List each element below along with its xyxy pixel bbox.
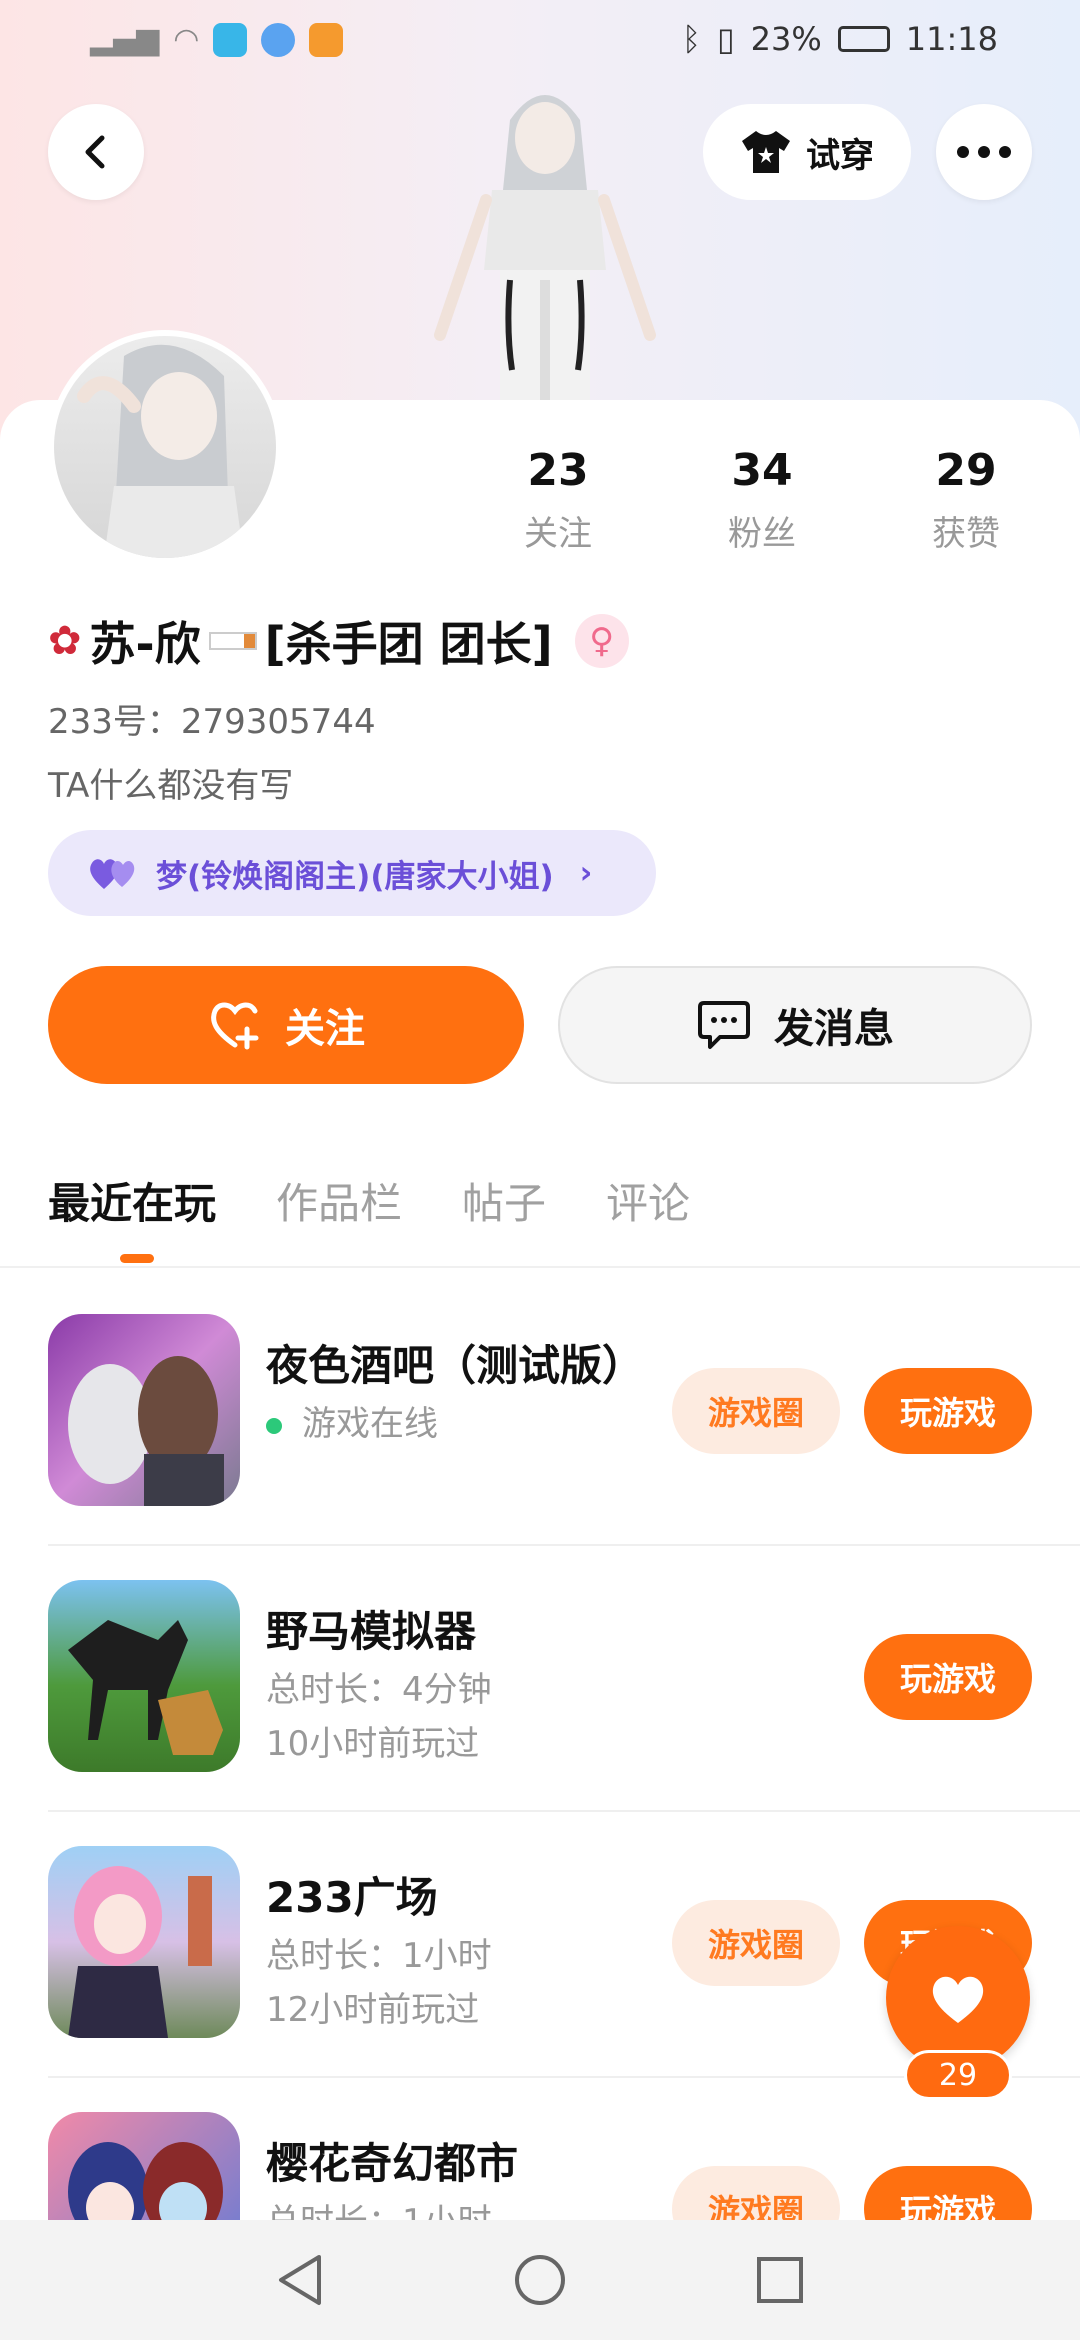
stat-label: 获赞 <box>932 514 1000 554</box>
nickname-tag: [杀手团 团长] <box>264 617 553 671</box>
play-game-button[interactable]: 玩游戏 <box>864 1368 1032 1454</box>
online-dot-icon <box>266 1417 282 1434</box>
game-icon <box>48 1580 240 1772</box>
play-duration: 总时长：1小时 <box>266 1936 492 1976</box>
message-button[interactable]: 发消息 <box>558 966 1032 1084</box>
stat-label: 关注 <box>524 514 592 554</box>
game-name: 樱花奇幻都市 <box>266 2139 519 2188</box>
tab-divider <box>0 1266 1080 1268</box>
active-tab-indicator <box>120 1254 154 1263</box>
clock: 11:18 <box>905 20 998 58</box>
video-app-icon <box>309 22 344 57</box>
try-on-label: 试穿 <box>806 135 874 176</box>
status-bar: ▂▄▆ ◠ ᛒ ▯ 23% 11:18 <box>0 0 1080 84</box>
divider <box>48 1810 1080 1812</box>
play-game-button[interactable]: 玩游戏 <box>864 2166 1032 2220</box>
double-heart-icon <box>90 859 135 889</box>
nav-recents-button[interactable] <box>750 2250 810 2310</box>
avatar-3d-figure[interactable] <box>430 80 660 405</box>
nickname-row: ✿ 苏-欣 [杀手团 团长] ♀ <box>48 608 629 674</box>
game-row[interactable]: 野马模拟器 总时长：4分钟 10小时前玩过 玩游戏 <box>0 1580 1080 1844</box>
square-recents-icon <box>757 2257 803 2303</box>
last-played: 12小时前玩过 <box>266 1990 480 2030</box>
game-name: 野马模拟器 <box>266 1607 477 1656</box>
tab-works[interactable]: 作品栏 <box>276 1170 402 1231</box>
like-button[interactable] <box>886 1926 1030 2070</box>
content-tabs: 最近在玩 作品栏 帖子 评论 <box>48 1170 690 1231</box>
try-on-button[interactable]: 试穿 <box>703 104 911 200</box>
vibrate-icon: ▯ <box>717 20 735 58</box>
game-circle-button[interactable]: 游戏圈 <box>672 1368 840 1454</box>
more-dots-icon <box>957 146 1011 158</box>
game-circle-button[interactable]: 游戏圈 <box>672 1900 840 1986</box>
battery-percent: 23% <box>750 20 822 58</box>
game-name: 233广场 <box>266 1873 438 1922</box>
battery-icon <box>837 26 890 52</box>
chat-bubble-icon <box>698 1001 750 1049</box>
tab-comments[interactable]: 评论 <box>606 1170 690 1231</box>
chevron-right-icon: › <box>579 855 593 891</box>
play-duration: 总时长：4分钟 <box>266 1670 492 1710</box>
chevron-left-icon <box>85 135 105 169</box>
female-gender-icon: ♀ <box>574 614 629 668</box>
circle-home-icon <box>515 2255 565 2305</box>
game-row[interactable]: 夜色酒吧（测试版） 游戏在线 游戏圈 玩游戏 <box>0 1314 1080 1578</box>
game-name: 夜色酒吧（测试版） <box>266 1341 645 1390</box>
shield-app-icon <box>213 22 248 57</box>
bluetooth-icon: ᛒ <box>681 20 702 58</box>
user-id: 233号：279305744 <box>48 702 376 742</box>
cigarette-icon <box>208 632 257 650</box>
system-nav-bar <box>0 2220 1080 2340</box>
last-played: 10小时前玩过 <box>266 1724 480 1764</box>
stat-label: 粉丝 <box>728 514 796 554</box>
tshirt-icon <box>742 131 790 173</box>
game-circle-button[interactable]: 游戏圈 <box>672 2166 840 2220</box>
play-game-button[interactable]: 玩游戏 <box>864 1634 1032 1720</box>
more-button[interactable] <box>936 104 1032 200</box>
bio: TA什么都没有写 <box>48 766 294 806</box>
avatar-image <box>54 336 276 558</box>
game-icon <box>48 1846 240 2038</box>
game-row[interactable]: 樱花奇幻都市 总时长：1小时 游戏圈 玩游戏 <box>0 2112 1080 2220</box>
nav-back-button[interactable] <box>270 2250 330 2310</box>
like-count-badge: 29 <box>904 2050 1012 2100</box>
stat-value: 34 <box>731 445 793 496</box>
relationship-text: 梦(铃焕阁阁主)(唐家大小姐) <box>156 858 554 895</box>
tab-posts[interactable]: 帖子 <box>462 1170 546 1231</box>
heart-icon <box>932 1976 984 2023</box>
triangle-back-icon <box>279 2255 321 2305</box>
stat-followers[interactable]: 34 粉丝 <box>692 445 832 555</box>
wifi-icon: ◠ <box>173 22 200 57</box>
browser-app-icon <box>261 22 296 57</box>
nav-home-button[interactable] <box>510 2250 570 2310</box>
online-status: 游戏在线 <box>266 1396 438 1445</box>
stat-likes[interactable]: 29 获赞 <box>896 445 1036 555</box>
follow-button[interactable]: 关注 <box>48 966 524 1084</box>
nickname: 苏-欣 <box>89 617 201 671</box>
stat-value: 23 <box>527 445 589 496</box>
tab-recently-played[interactable]: 最近在玩 <box>48 1170 216 1231</box>
stat-value: 29 <box>935 445 997 496</box>
message-label: 发消息 <box>774 1006 894 1052</box>
back-button[interactable] <box>48 104 144 200</box>
game-icon <box>48 1314 240 1506</box>
relationship-badge[interactable]: 梦(铃焕阁阁主)(唐家大小姐) › <box>48 830 656 916</box>
play-duration: 总时长：1小时 <box>266 2194 492 2220</box>
signal-icon: ▂▄▆ <box>90 22 160 57</box>
stat-following[interactable]: 23 关注 <box>488 445 628 555</box>
divider <box>48 1544 1080 1546</box>
avatar[interactable] <box>48 330 282 564</box>
game-icon <box>48 2112 240 2220</box>
rose-icon: ✿ <box>48 618 82 664</box>
heart-plus-icon <box>211 1002 259 1050</box>
follow-label: 关注 <box>285 1006 365 1052</box>
